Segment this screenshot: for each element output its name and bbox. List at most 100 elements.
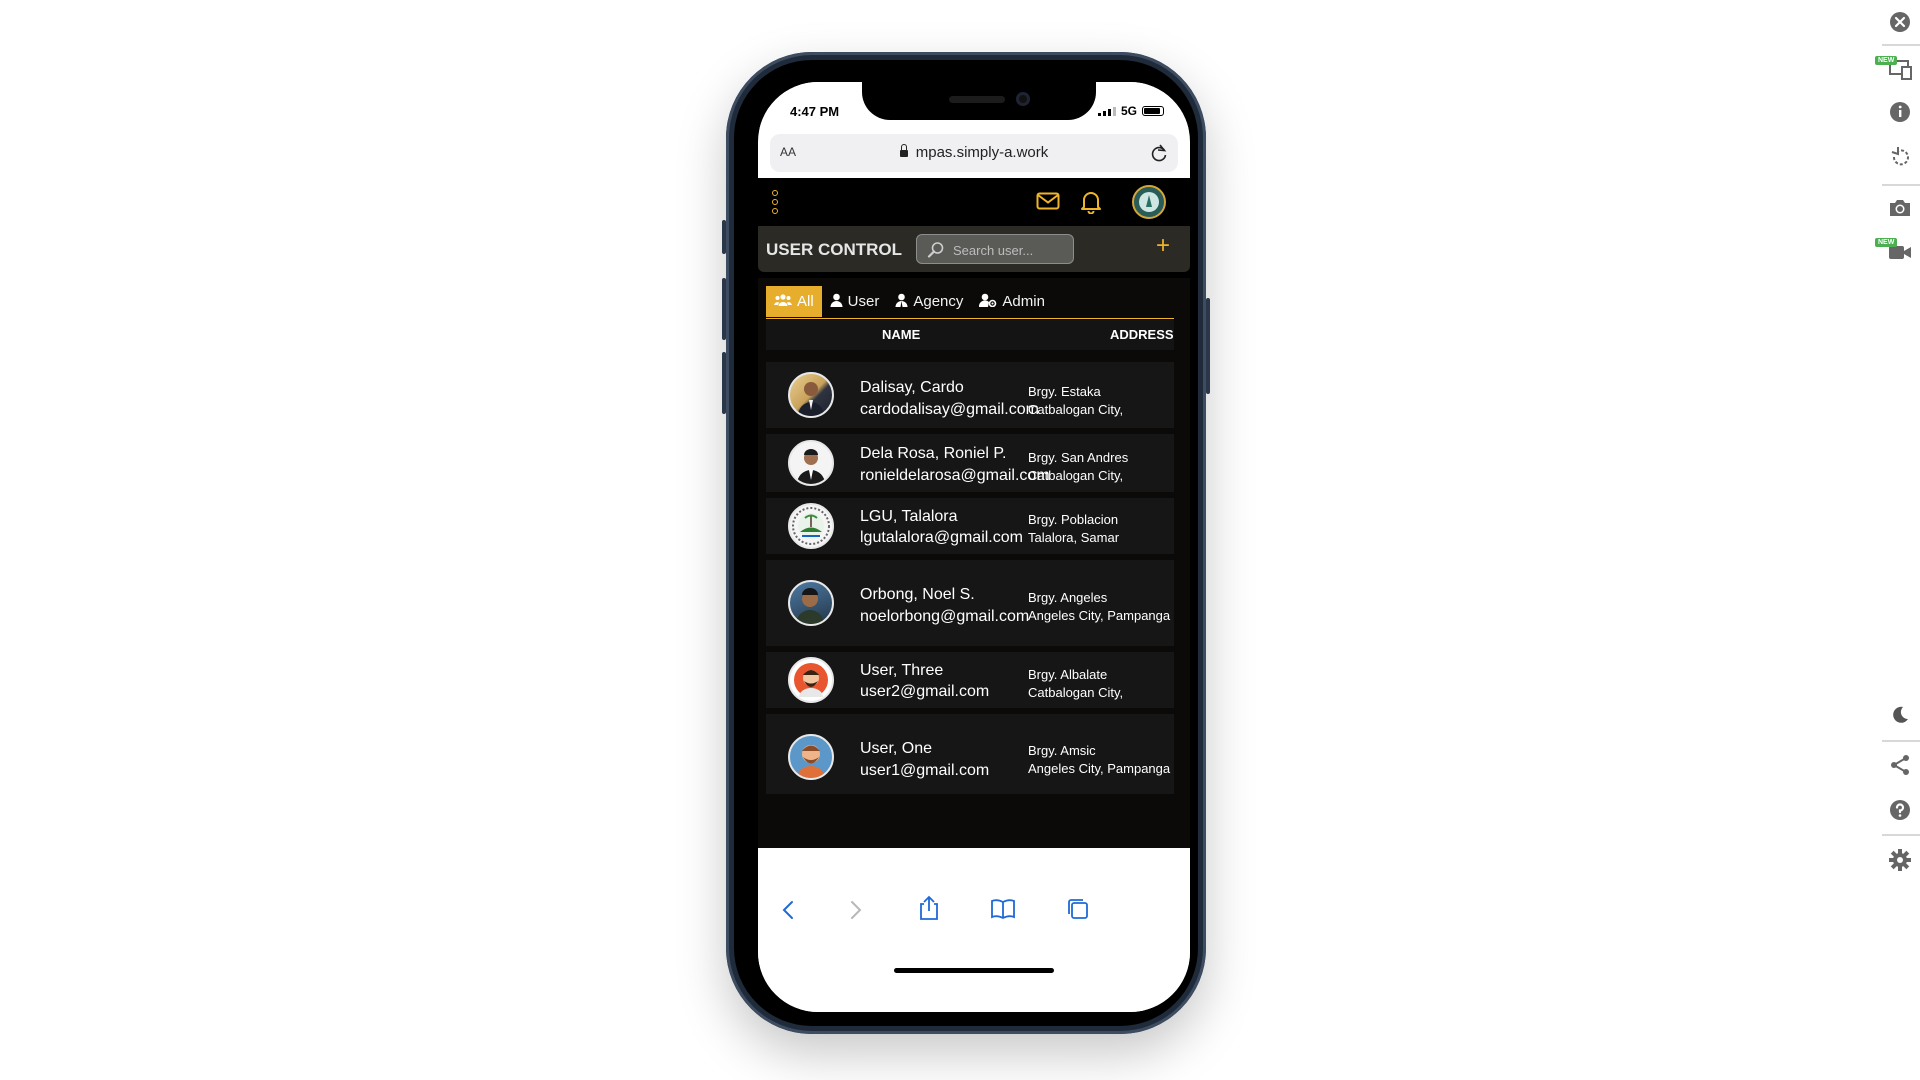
- user-list-panel: All User Agency Admin NAME ADDRESS Dalis…: [758, 278, 1190, 848]
- user-address-line1: Brgy. Angeles: [1028, 590, 1108, 605]
- info-icon[interactable]: [1886, 98, 1914, 126]
- role-tabs: All User Agency Admin: [766, 286, 1174, 319]
- network-type: 5G: [1120, 104, 1137, 118]
- user-address-line2: Talalora, Samar: [1028, 530, 1120, 545]
- search-input[interactable]: [951, 240, 1069, 260]
- user-avatar: [788, 734, 834, 780]
- table-row[interactable]: Orbong, Noel S. noelorbong@gmail.com Brg…: [766, 560, 1174, 646]
- add-user-button[interactable]: +: [1156, 232, 1170, 260]
- home-indicator: [894, 968, 1054, 973]
- user-avatar: [788, 657, 834, 703]
- new-badge: NEW: [1875, 238, 1898, 247]
- user-control-bar: USER CONTROL +: [758, 226, 1190, 272]
- user-address-line1: Brgy. San Andres: [1028, 450, 1129, 465]
- user-name: Dalisay, Cardo: [860, 379, 964, 396]
- user-email: noelorbong@gmail.com: [860, 608, 1030, 625]
- notch: [862, 82, 1096, 120]
- table-header: NAME ADDRESS: [766, 320, 1174, 350]
- user-email: user2@gmail.com: [860, 683, 990, 700]
- phone-mute-switch: [722, 220, 726, 254]
- reload-icon[interactable]: [1150, 143, 1168, 168]
- table-row[interactable]: User, Three user2@gmail.com Brgy. Albala…: [766, 652, 1174, 708]
- rotate-icon[interactable]: [1886, 143, 1914, 171]
- search-box[interactable]: [916, 234, 1074, 264]
- tab-label: Agency: [913, 293, 964, 310]
- page-title: USER CONTROL: [766, 240, 902, 259]
- column-header-name[interactable]: NAME: [882, 327, 920, 342]
- user-email: lgutalalora@gmail.com: [860, 529, 1023, 546]
- user-name: User, Three: [860, 662, 944, 679]
- forward-icon[interactable]: [850, 900, 862, 924]
- user-address-line1: Brgy. Poblacion: [1028, 512, 1119, 527]
- column-header-address[interactable]: ADDRESS: [1110, 327, 1174, 342]
- phone-power-button: [1206, 298, 1210, 394]
- user-address-line1: Brgy. Albalate: [1028, 667, 1108, 682]
- tab-agency[interactable]: Agency: [887, 286, 971, 317]
- admin-user-icon: [979, 293, 997, 311]
- signal-icon: [1097, 106, 1116, 116]
- bookmarks-icon[interactable]: [990, 898, 1016, 924]
- tab-label: User: [847, 293, 880, 310]
- notch-speaker: [949, 96, 1005, 103]
- share-icon[interactable]: [1886, 751, 1914, 779]
- user-avatar: [788, 580, 834, 626]
- user-name: Orbong, Noel S.: [860, 586, 975, 603]
- user-address-line2: Angeles City, Pampanga: [1028, 608, 1171, 623]
- tab-admin[interactable]: Admin: [971, 286, 1053, 317]
- menu-kebab-icon[interactable]: [772, 190, 778, 214]
- status-indicators: 5G: [1097, 104, 1164, 118]
- tab-all[interactable]: All: [766, 286, 822, 317]
- app-viewport: USER CONTROL +: [758, 178, 1190, 848]
- status-time: 4:47 PM: [790, 104, 840, 119]
- tabs-icon[interactable]: [1066, 897, 1090, 925]
- settings-icon[interactable]: [1886, 846, 1914, 874]
- user-icon: [830, 293, 843, 311]
- tab-label: All: [797, 293, 814, 310]
- front-camera: [1016, 92, 1030, 106]
- user-email: cardodalisay@gmail.com: [860, 401, 1039, 418]
- phone-bezel: 4:47 PM 5G AA mpas.simply-a.work USER CO…: [734, 60, 1198, 1026]
- user-address-line2: Catbalogan City,: [1028, 468, 1124, 483]
- user-avatar: [788, 372, 834, 418]
- url-label: mpas.simply-a.work: [915, 144, 1049, 161]
- toolbar-divider: [1882, 44, 1920, 46]
- phone-frame: 4:47 PM 5G AA mpas.simply-a.work USER CO…: [722, 52, 1210, 1034]
- user-name: LGU, Talalora: [860, 508, 958, 525]
- browser-address-bar[interactable]: AA mpas.simply-a.work: [770, 134, 1178, 172]
- table-row[interactable]: User, One user1@gmail.com Brgy. Amsic An…: [766, 714, 1174, 794]
- table-row[interactable]: LGU, Talalora lgutalalora@gmail.com Brgy…: [766, 498, 1174, 554]
- screenshot-icon[interactable]: [1886, 194, 1914, 222]
- notification-bell-icon[interactable]: [1080, 190, 1102, 218]
- back-icon[interactable]: [782, 900, 794, 924]
- profile-avatar[interactable]: [1132, 185, 1166, 219]
- user-table-body: Dalisay, Cardo cardodalisay@gmail.com Br…: [766, 362, 1174, 848]
- user-address-line1: Brgy. Estaka: [1028, 384, 1101, 399]
- table-row[interactable]: Dela Rosa, Roniel P. ronieldelarosa@gmai…: [766, 434, 1174, 492]
- phone-volume-down: [722, 352, 726, 414]
- tab-user[interactable]: User: [822, 286, 888, 317]
- address-text[interactable]: mpas.simply-a.work: [770, 144, 1178, 161]
- user-address-line2: Catbalogan City,: [1028, 402, 1124, 417]
- browser-toolbar: [758, 882, 1190, 1012]
- mail-icon[interactable]: [1036, 192, 1060, 214]
- user-address-line1: Brgy. Amsic: [1028, 743, 1096, 758]
- user-email: user1@gmail.com: [860, 762, 990, 779]
- new-badge: NEW: [1875, 56, 1898, 65]
- user-address-line2: Angeles City, Pampanga: [1028, 761, 1171, 776]
- close-icon[interactable]: [1886, 8, 1914, 36]
- user-avatar: [788, 440, 834, 486]
- users-group-icon: [774, 293, 792, 311]
- share-sheet-icon[interactable]: [918, 895, 940, 925]
- phone-volume-up: [722, 278, 726, 340]
- toolbar-divider: [1882, 184, 1920, 186]
- search-icon: [927, 241, 945, 263]
- table-row[interactable]: Dalisay, Cardo cardodalisay@gmail.com Br…: [766, 362, 1174, 428]
- user-address-line2: Catbalogan City,: [1028, 685, 1124, 700]
- user-name: User, One: [860, 740, 933, 757]
- help-icon[interactable]: [1886, 796, 1914, 824]
- tab-label: Admin: [1002, 293, 1045, 310]
- phone-screen: 4:47 PM 5G AA mpas.simply-a.work USER CO…: [758, 82, 1190, 1012]
- dark-mode-icon[interactable]: [1886, 701, 1914, 729]
- battery-icon: [1142, 106, 1164, 116]
- user-email: ronieldelarosa@gmail.com: [860, 467, 1050, 484]
